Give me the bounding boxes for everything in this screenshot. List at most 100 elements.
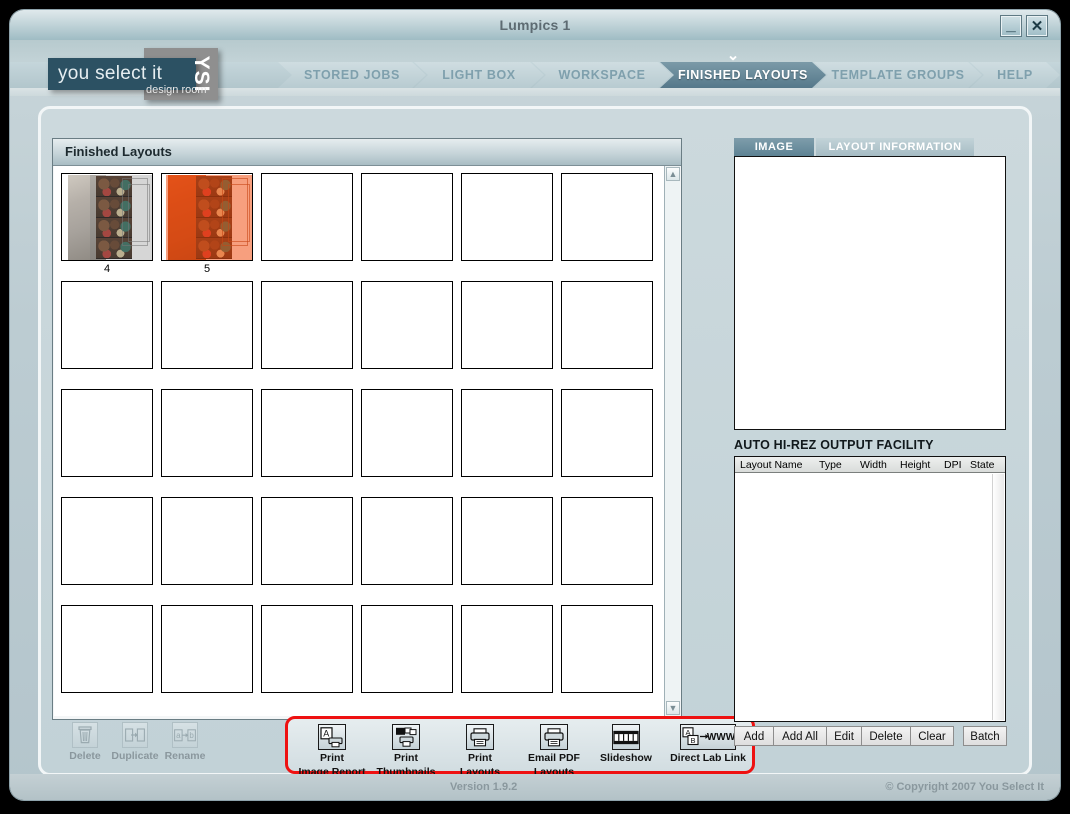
rename-icon: a b xyxy=(172,722,198,748)
layout-cell xyxy=(360,281,460,389)
layout-cell xyxy=(560,281,660,389)
layout-cell xyxy=(360,497,460,605)
layout-cell xyxy=(560,605,660,713)
layout-cell: 5 xyxy=(160,173,260,281)
tab-template-groups[interactable]: TEMPLATE GROUPS xyxy=(814,62,982,88)
hirez-list-header: Layout Name Type Width Height DPI State xyxy=(735,457,1005,473)
layout-cell-label: 5 xyxy=(203,263,211,275)
layout-empty-slot[interactable] xyxy=(361,281,453,369)
layout-empty-slot[interactable] xyxy=(261,281,353,369)
layout-empty-slot[interactable] xyxy=(61,497,153,585)
rename-button-label: Rename xyxy=(164,750,206,762)
svg-text:b: b xyxy=(189,731,194,740)
duplicate-icon-svg xyxy=(125,728,145,742)
column-width: Width xyxy=(860,459,887,471)
layout-cell xyxy=(60,281,160,389)
print-image-report-button[interactable]: A Print Image Report xyxy=(290,724,374,778)
layout-empty-slot[interactable] xyxy=(61,389,153,477)
layout-empty-slot[interactable] xyxy=(461,389,553,477)
tab-stored-jobs[interactable]: STORED JOBS xyxy=(278,62,426,88)
layout-cell xyxy=(160,389,260,497)
layout-empty-slot[interactable] xyxy=(561,497,653,585)
hirez-list-scrollbar[interactable] xyxy=(992,474,1004,720)
layout-empty-slot[interactable] xyxy=(61,281,153,369)
layout-empty-slot[interactable] xyxy=(261,605,353,693)
layout-cell xyxy=(560,497,660,605)
layout-cell xyxy=(60,605,160,713)
layout-empty-slot[interactable] xyxy=(261,173,353,261)
layout-empty-slot[interactable] xyxy=(161,605,253,693)
delete-row-button[interactable]: Delete xyxy=(861,726,911,746)
close-button[interactable]: ✕ xyxy=(1026,15,1048,37)
layout-thumbnail[interactable] xyxy=(61,173,153,261)
layout-empty-slot[interactable] xyxy=(461,605,553,693)
layout-empty-slot[interactable] xyxy=(561,173,653,261)
grid-scrollbar[interactable]: ▲ ▼ xyxy=(664,166,680,716)
layout-empty-slot[interactable] xyxy=(461,281,553,369)
tab-light-box[interactable]: LIGHT BOX xyxy=(414,62,544,88)
layout-empty-slot[interactable] xyxy=(361,389,453,477)
version-label: Version 1.9.2 xyxy=(450,781,518,793)
layout-empty-slot[interactable] xyxy=(461,497,553,585)
window-title: Lumpics 1 xyxy=(499,17,571,33)
layout-toolbar: Delete Duplicate a b Rename A Print Imag… xyxy=(52,716,755,778)
slideshow-button[interactable]: Slideshow xyxy=(584,724,668,767)
edit-button[interactable]: Edit xyxy=(826,726,862,746)
layout-empty-slot[interactable] xyxy=(361,173,453,261)
layout-cell xyxy=(60,497,160,605)
svg-text:WWW: WWW xyxy=(707,732,734,743)
layout-empty-slot[interactable] xyxy=(561,605,653,693)
batch-button[interactable]: Batch xyxy=(963,726,1007,746)
direct-lab-link-icon-svg: A B WWW xyxy=(682,727,734,746)
layout-empty-slot[interactable] xyxy=(361,605,453,693)
layout-empty-slot[interactable] xyxy=(61,605,153,693)
hirez-output-list[interactable]: Layout Name Type Width Height DPI State xyxy=(734,456,1006,722)
print-thumbnails-button[interactable]: Print Thumbnails xyxy=(364,724,448,778)
trash-icon xyxy=(72,722,98,748)
rename-icon-svg: a b xyxy=(174,728,196,741)
layout-empty-slot[interactable] xyxy=(161,281,253,369)
tab-finished-layouts[interactable]: FINISHED LAYOUTS xyxy=(660,62,826,88)
clear-button[interactable]: Clear xyxy=(910,726,954,746)
scroll-up-icon[interactable]: ▲ xyxy=(666,167,680,181)
hirez-list-buttons: Add Add All Edit Delete Clear Batch xyxy=(734,726,1007,748)
print-layouts-icon xyxy=(466,724,494,750)
layout-empty-slot[interactable] xyxy=(261,389,353,477)
slideshow-icon xyxy=(612,724,640,750)
layout-empty-slot[interactable] xyxy=(561,281,653,369)
layout-cell xyxy=(360,389,460,497)
inspector-panel: IMAGE LAYOUT INFORMATION AUTO HI-REZ OUT… xyxy=(732,138,1010,774)
layout-empty-slot[interactable] xyxy=(161,389,253,477)
tab-layout-information[interactable]: LAYOUT INFORMATION xyxy=(816,138,974,156)
email-pdf-icon-svg xyxy=(544,727,564,746)
layout-empty-slot[interactable] xyxy=(561,389,653,477)
layout-cell: 4 xyxy=(60,173,160,281)
tab-image[interactable]: IMAGE xyxy=(734,138,814,156)
print-image-report-icon: A xyxy=(318,724,346,750)
rename-button[interactable]: a b Rename xyxy=(160,722,210,762)
minimize-button[interactable]: _ xyxy=(1000,15,1022,37)
print-layouts-button[interactable]: Print Layouts xyxy=(438,724,522,778)
delete-button-label: Delete xyxy=(69,750,101,762)
print-image-report-label-1: Print xyxy=(320,752,344,764)
svg-text:a: a xyxy=(176,731,181,740)
layout-grid-viewport: 45 xyxy=(54,166,664,716)
layout-cell xyxy=(160,281,260,389)
tab-workspace[interactable]: WORKSPACE xyxy=(532,62,672,88)
delete-button[interactable]: Delete xyxy=(60,722,110,762)
layout-cell-label: 4 xyxy=(103,263,111,275)
thumbnail-artwork xyxy=(62,174,152,260)
print-thumbnails-label-1: Print xyxy=(394,752,418,764)
add-all-button[interactable]: Add All xyxy=(773,726,827,746)
layout-empty-slot[interactable] xyxy=(461,173,553,261)
duplicate-button[interactable]: Duplicate xyxy=(110,722,160,762)
print-actions-group: A Print Image Report Print Thumbnails Pr… xyxy=(285,716,755,778)
layout-cell xyxy=(260,605,360,713)
scroll-down-icon[interactable]: ▼ xyxy=(666,701,680,715)
layout-empty-slot[interactable] xyxy=(361,497,453,585)
layout-thumbnail[interactable] xyxy=(161,173,253,261)
layout-empty-slot[interactable] xyxy=(261,497,353,585)
minimize-icon: _ xyxy=(1006,15,1016,34)
layout-empty-slot[interactable] xyxy=(161,497,253,585)
add-button[interactable]: Add xyxy=(734,726,774,746)
